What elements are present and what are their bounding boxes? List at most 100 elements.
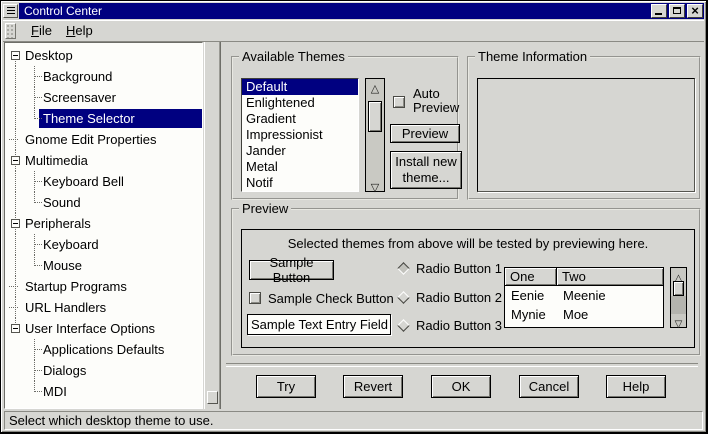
tree-item-screensaver[interactable]: Screensaver: [5, 87, 202, 108]
tree-item-label: Dialogs: [5, 360, 202, 381]
cancel-button[interactable]: Cancel: [519, 375, 579, 398]
menubar: FileHelp: [3, 20, 704, 42]
scrollbar-thumb[interactable]: [368, 101, 382, 132]
tree-item-label: Desktop: [5, 45, 202, 66]
main-area: DesktopBackgroundScreensaverTheme Select…: [3, 42, 704, 409]
control-center-window: Control Center FileHelp DesktopBackgroun…: [1, 1, 706, 432]
theme-list-item[interactable]: Metal: [242, 159, 358, 175]
available-themes-group: Available Themes DefaultEnlightenedGradi…: [231, 56, 459, 200]
theme-list-scrollbar[interactable]: [365, 78, 385, 192]
tree-item-label: Theme Selector: [5, 108, 202, 129]
theme-list-item[interactable]: Jander: [242, 143, 358, 159]
radio-button-label[interactable]: Radio Button 2: [416, 291, 502, 305]
preview-group: Preview Selected themes from above will …: [231, 208, 701, 356]
sample-check-label[interactable]: Sample Check Button: [268, 291, 394, 306]
sample-table-header[interactable]: OneTwo: [505, 268, 663, 286]
tree-item-gnome-edit-properties[interactable]: Gnome Edit Properties: [5, 129, 202, 150]
tree-item-label: URL Handlers: [5, 297, 202, 318]
screen: Control Center FileHelp DesktopBackgroun…: [0, 0, 708, 434]
theme-information-box: [477, 78, 695, 192]
window-menu-icon[interactable]: [3, 4, 18, 18]
table-header-cell[interactable]: One: [505, 268, 557, 286]
radio-button-icon[interactable]: [397, 291, 410, 304]
tree-item-sound[interactable]: Sound: [5, 192, 202, 213]
tree-item-desktop[interactable]: Desktop: [5, 45, 202, 66]
scroll-up-icon[interactable]: [671, 268, 686, 281]
theme-list-item[interactable]: Gradient: [242, 111, 358, 127]
scrollbar-thumb[interactable]: [673, 281, 684, 296]
menubar-grip-handle[interactable]: [5, 23, 16, 39]
close-button[interactable]: [687, 4, 703, 18]
sample-table[interactable]: OneTwo EenieMeenieMynieMoe: [504, 267, 664, 328]
preview-button[interactable]: Preview: [390, 124, 460, 143]
maximize-icon: [673, 7, 681, 14]
theme-list-item[interactable]: Enlightened: [242, 95, 358, 111]
tree-item-peripherals[interactable]: Peripherals: [5, 213, 202, 234]
tree-item-keyboard[interactable]: Keyboard: [5, 234, 202, 255]
tree-item-mdi[interactable]: MDI: [5, 381, 202, 402]
theme-list-item[interactable]: Default: [242, 79, 358, 95]
category-tree-panel: DesktopBackgroundScreensaverTheme Select…: [4, 42, 203, 409]
auto-preview-label[interactable]: Auto Preview: [413, 87, 471, 115]
tree-item-url-handlers[interactable]: URL Handlers: [5, 297, 202, 318]
sample-button[interactable]: Sample Button: [249, 260, 334, 280]
menu-item-help[interactable]: Help: [59, 21, 100, 41]
theme-information-group: Theme Information: [467, 56, 701, 200]
table-cell: Moe: [557, 305, 663, 324]
tree-item-applications-defaults[interactable]: Applications Defaults: [5, 339, 202, 360]
table-header-cell[interactable]: Two: [557, 268, 663, 286]
tree-item-label: User Interface Options: [5, 318, 202, 339]
scroll-down-icon[interactable]: [366, 178, 384, 191]
tree-item-startup-programs[interactable]: Startup Programs: [5, 276, 202, 297]
tree-item-label: MDI: [5, 381, 202, 402]
tree-item-theme-selector[interactable]: Theme Selector: [5, 108, 202, 129]
tree-item-mouse[interactable]: Mouse: [5, 255, 202, 276]
tree-item-label: Applications Defaults: [5, 339, 202, 360]
scroll-down-icon[interactable]: [671, 314, 686, 327]
theme-list-item[interactable]: Notif: [242, 175, 358, 191]
install-new-theme-button[interactable]: Install new theme...: [390, 151, 462, 189]
pane-divider-handle[interactable]: [207, 391, 218, 404]
tree-item-label: Peripherals: [5, 213, 202, 234]
pane-divider[interactable]: [204, 42, 220, 409]
theme-information-title: Theme Information: [475, 50, 590, 64]
sample-table-body[interactable]: EenieMeenieMynieMoe: [505, 286, 663, 324]
try-button[interactable]: Try: [256, 375, 316, 398]
tree-item-background[interactable]: Background: [5, 66, 202, 87]
sample-table-scrollbar[interactable]: [670, 267, 687, 328]
tree-item-keyboard-bell[interactable]: Keyboard Bell: [5, 171, 202, 192]
scrollbar-trough[interactable]: [671, 296, 686, 314]
tree-item-multimedia[interactable]: Multimedia: [5, 150, 202, 171]
sample-text-entry[interactable]: [247, 314, 391, 335]
radio-button-icon[interactable]: [397, 262, 410, 275]
table-cell: Mynie: [505, 305, 557, 324]
revert-button[interactable]: Revert: [343, 375, 403, 398]
category-tree: DesktopBackgroundScreensaverTheme Select…: [5, 45, 202, 402]
radio-button-label[interactable]: Radio Button 1: [416, 262, 502, 276]
tree-item-label: Background: [5, 66, 202, 87]
table-row[interactable]: MynieMoe: [505, 305, 663, 324]
preview-caption: Selected themes from above will be teste…: [242, 236, 694, 251]
scroll-up-icon[interactable]: [366, 79, 384, 92]
theme-list[interactable]: DefaultEnlightenedGradientImpressionistJ…: [241, 78, 359, 192]
theme-list-item[interactable]: Impressionist: [242, 127, 358, 143]
radio-button-icon[interactable]: [397, 319, 410, 332]
minimize-button[interactable]: [651, 4, 667, 18]
auto-preview-checkbox[interactable]: [393, 96, 405, 108]
maximize-button[interactable]: [669, 4, 685, 18]
window-title: Control Center: [19, 3, 648, 19]
tree-item-dialogs[interactable]: Dialogs: [5, 360, 202, 381]
sample-check-button[interactable]: [249, 292, 261, 304]
tree-item-user-interface-options[interactable]: User Interface Options: [5, 318, 202, 339]
tree-item-label: Keyboard Bell: [5, 171, 202, 192]
status-bar: Select which desktop theme to use.: [4, 411, 703, 430]
titlebar[interactable]: Control Center: [3, 3, 704, 19]
minimize-icon: [655, 13, 662, 15]
help-button[interactable]: Help: [606, 375, 666, 398]
radio-button-label[interactable]: Radio Button 3: [416, 319, 502, 333]
table-cell: Meenie: [557, 286, 663, 305]
tree-item-label: Startup Programs: [5, 276, 202, 297]
table-row[interactable]: EenieMeenie: [505, 286, 663, 305]
ok-button[interactable]: OK: [431, 375, 491, 398]
menu-item-file[interactable]: File: [24, 21, 59, 41]
